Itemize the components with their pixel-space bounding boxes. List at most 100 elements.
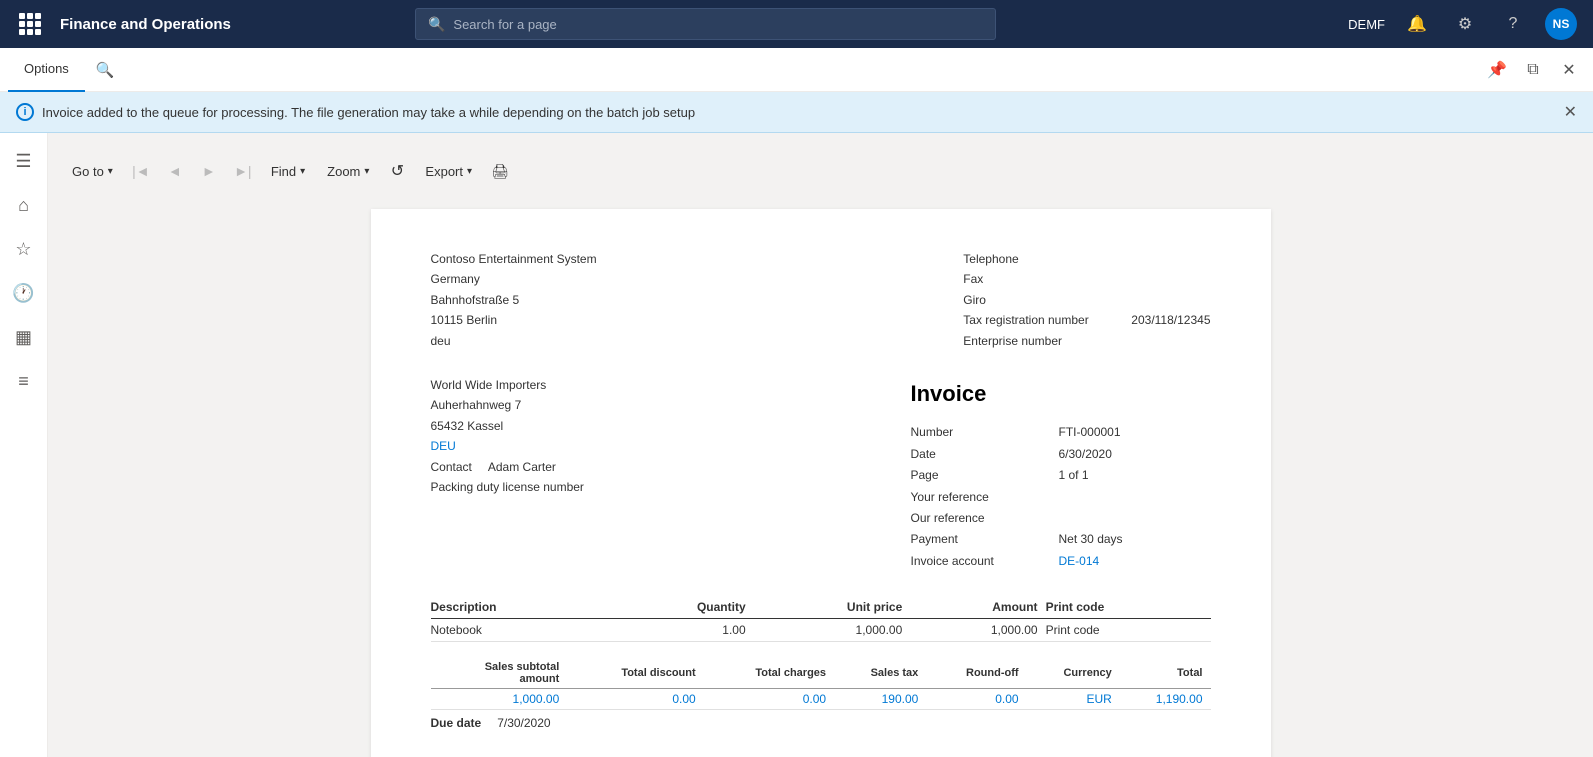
inv-account-row: Invoice account DE-014 [911,551,1211,571]
report-toolbar: Go to ▾ |◄ ◄ ► ►| Find ▾ Zoom ▾ ↺ Export… [64,149,1577,193]
col-total: Total [1120,658,1211,689]
refresh-button[interactable]: ↺ [383,157,411,185]
sidebar-item-home[interactable]: ⌂ [4,185,44,225]
options-tab[interactable]: Options [8,48,85,92]
app-title: Finance and Operations [60,16,231,33]
due-date-section: Due date 7/30/2020 [431,716,1211,730]
tax-reg-label: Tax registration number [963,310,1123,330]
row-print-code: Print code [1046,619,1211,642]
telephone-label: Telephone [963,249,1123,269]
number-row: Number FTI-000001 [911,422,1211,442]
buyer-address: World Wide Importers Auherhahnweg 7 6543… [431,375,584,572]
seller-city: 10115 Berlin [431,310,597,330]
row-quantity: 1.00 [614,619,754,642]
pin-icon[interactable]: 📌 [1481,54,1513,86]
nav-first-button[interactable]: |◄ [127,157,155,185]
help-button[interactable]: ? [1497,8,1529,40]
nav-last-button[interactable]: ►| [229,157,257,185]
sidebar-item-workspaces[interactable]: ▦ [4,317,44,357]
table-row: Notebook 1.00 1,000.00 1,000.00 Print co… [431,619,1211,642]
invoice-summary-table: Sales subtotalamount Total discount Tota… [431,658,1211,710]
zoom-chevron-icon: ▾ [364,166,369,177]
toolbar-row: Options 🔍 📌 ⧉ ✕ [0,48,1593,92]
your-ref-row: Your reference [911,487,1211,507]
tax-reg-value: 203/118/12345 [1131,310,1210,330]
col-total-discount: Total discount [567,658,703,689]
grid-menu-button[interactable] [16,10,44,38]
col-quantity: Quantity [614,596,754,619]
row-unit-price: 1,000.00 [754,619,911,642]
seller-country: Germany [431,269,597,289]
summary-row: 1,000.00 0.00 0.00 190.00 0.00 EUR 1,190… [431,689,1211,710]
sidebar-icon-menu[interactable]: ☰ [4,141,44,181]
summary-total: 1,190.00 [1120,689,1211,710]
print-button[interactable]: 🖨 [486,157,514,185]
giro-row: Giro [963,290,1210,310]
nav-next-button[interactable]: ► [195,157,223,185]
banner-close-button[interactable]: ✕ [1564,102,1577,122]
summary-total-charges: 0.00 [704,689,834,710]
global-search-input[interactable] [453,17,983,32]
seller-contact-info: Telephone Fax Giro Tax registration numb… [963,249,1210,351]
notifications-button[interactable]: 🔔 [1401,8,1433,40]
summary-sales-tax: 190.00 [834,689,926,710]
toolbar-search-button[interactable]: 🔍 [89,54,121,86]
close-icon[interactable]: ✕ [1553,54,1585,86]
settings-button[interactable]: ⚙ [1449,8,1481,40]
number-label: Number [911,422,1051,442]
enterprise-label: Enterprise number [963,331,1123,351]
export-button[interactable]: Export ▾ [417,160,480,183]
zoom-button[interactable]: Zoom ▾ [319,160,377,183]
nav-prev-button[interactable]: ◄ [161,157,189,185]
top-nav: Finance and Operations 🔍 DEMF 🔔 ⚙ ? NS [0,0,1593,48]
invoice-main-section: World Wide Importers Auherhahnweg 7 6543… [431,375,1211,572]
date-label: Date [911,444,1051,464]
popout-icon[interactable]: ⧉ [1517,54,1549,86]
contact-label: Contact [431,457,472,477]
our-ref-row: Our reference [911,508,1211,528]
buyer-street: Auherhahnweg 7 [431,395,584,415]
tax-reg-row: Tax registration number 203/118/12345 [963,310,1210,330]
find-chevron-icon: ▾ [300,166,305,177]
contact-value: Adam Carter [488,457,556,477]
sidebar-item-modules[interactable]: ≡ [4,361,44,401]
goto-chevron-icon: ▾ [108,166,113,177]
environment-label: DEMF [1348,17,1385,32]
summary-currency: EUR [1027,689,1120,710]
enterprise-row: Enterprise number [963,331,1210,351]
global-search-bar[interactable]: 🔍 [415,8,996,40]
fax-row: Fax [963,269,1210,289]
row-amount: 1,000.00 [910,619,1045,642]
due-date-value: 7/30/2020 [497,716,550,730]
your-ref-label: Your reference [911,487,1051,507]
invoice-details: Invoice Number FTI-000001 Date 6/30/2020… [911,375,1211,572]
due-date-label: Due date [431,716,482,730]
col-unit-price: Unit price [754,596,911,619]
find-button[interactable]: Find ▾ [263,160,313,183]
search-icon: 🔍 [428,16,445,33]
contact-row: Contact Adam Carter [431,457,584,477]
inv-account-value[interactable]: DE-014 [1059,551,1100,571]
col-sales-tax: Sales tax [834,658,926,689]
date-row: Date 6/30/2020 [911,444,1211,464]
date-value: 6/30/2020 [1059,444,1112,464]
grid-icon [19,13,41,35]
report-viewer: Go to ▾ |◄ ◄ ► ►| Find ▾ Zoom ▾ ↺ Export… [48,133,1593,757]
goto-button[interactable]: Go to ▾ [64,160,121,183]
banner-message: Invoice added to the queue for processin… [42,105,695,120]
our-ref-label: Our reference [911,508,1051,528]
toolbar-right-actions: 📌 ⧉ ✕ [1481,54,1585,86]
company-header-section: Contoso Entertainment System Germany Bah… [431,249,1211,351]
fax-label: Fax [963,269,1123,289]
number-value: FTI-000001 [1059,422,1121,442]
buyer-country-link[interactable]: DEU [431,439,456,453]
sidebar-item-recent[interactable]: 🕐 [4,273,44,313]
sidebar-item-favorites[interactable]: ☆ [4,229,44,269]
giro-label: Giro [963,290,1123,310]
invoice-title: Invoice [911,375,1211,412]
packing-duty-row: Packing duty license number [431,477,584,497]
user-avatar[interactable]: NS [1545,8,1577,40]
col-amount: Amount [910,596,1045,619]
col-round-off: Round-off [926,658,1026,689]
telephone-row: Telephone [963,249,1210,269]
